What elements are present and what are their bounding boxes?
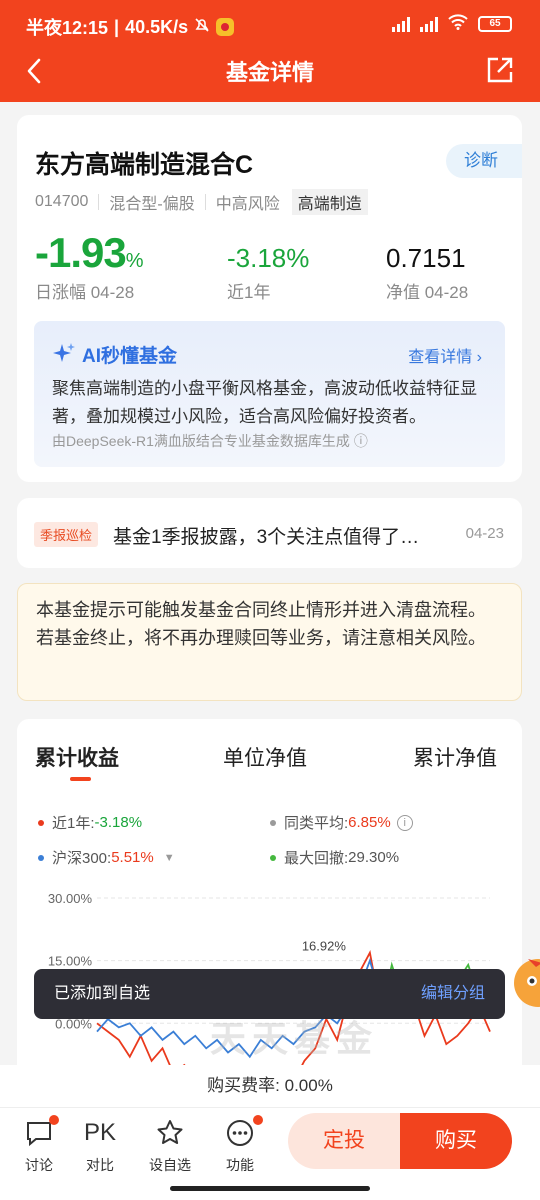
edit-group-link[interactable]: 编辑分组 (421, 969, 485, 1019)
toast-message: 已添加到自选 (54, 985, 151, 1002)
peak-label: 16.92% (302, 939, 347, 954)
legend-value: 29.30% (348, 849, 400, 866)
star-icon (145, 1117, 195, 1149)
compare-label: 对比 (86, 1157, 114, 1173)
watch-label: 设自选 (149, 1157, 191, 1173)
active-tab-indicator (70, 777, 91, 781)
tab-unit-nav[interactable]: 单位净值 (223, 742, 307, 772)
news-headline[interactable]: 基金1季报披露，3个关注点值得了… (113, 522, 419, 549)
info-icon[interactable]: i (396, 814, 413, 831)
legend-fund: 近1年: -3.18% (38, 812, 142, 833)
y-tick-label: 15.00% (48, 954, 93, 969)
sparkle-icon (52, 342, 76, 371)
weibo-icon (216, 18, 235, 36)
more-icon (215, 1115, 265, 1149)
legend-label: 近1年: (52, 815, 95, 832)
divider (204, 194, 206, 210)
legend-drawdown: 最大回撤: 29.30% (270, 847, 399, 868)
legend-peer: 同类平均: 6.85% i (270, 812, 413, 833)
day-change-label: 日涨幅 04-28 (35, 283, 135, 302)
wifi-icon (448, 14, 468, 33)
year-change-label: 近1年 (227, 283, 271, 302)
sip-button[interactable]: 定投 (288, 1113, 400, 1169)
ai-view-details-link[interactable]: 查看详情 › (408, 343, 482, 367)
ai-source-note: 由DeepSeek-R1满血版结合专业基金数据库生成 ⓘ (52, 433, 368, 449)
mute-icon (194, 17, 210, 38)
y-tick-label: 30.00% (48, 891, 93, 906)
buy-button[interactable]: 购买 (400, 1113, 512, 1169)
purchase-fee: 购买费率: 0.00% (0, 1065, 540, 1107)
ai-title: AI秒懂基金 (82, 346, 178, 367)
tab-cumulative-return[interactable]: 累计收益 (35, 742, 119, 772)
legend-label: 最大回撤: (284, 850, 349, 867)
pk-icon: PK (83, 1119, 116, 1146)
nav-label: 净值 04-28 (386, 283, 469, 302)
header-bar: 半夜12:15 | 40.5K/s 65 基金详情 (0, 0, 540, 102)
status-left: 半夜12:15 | 40.5K/s (26, 14, 235, 40)
legend-dot (270, 819, 276, 826)
signal-icon (392, 16, 410, 32)
toast-added-watchlist: 已添加到自选 编辑分组 (34, 969, 505, 1019)
discuss-button[interactable]: 讨论 (14, 1115, 64, 1175)
chat-icon (14, 1115, 64, 1149)
day-change-value: -1.93% (35, 229, 144, 277)
home-indicator[interactable] (170, 1186, 370, 1191)
year-change-value: -3.18% (227, 243, 310, 273)
day-change-number: -1.93 (35, 229, 127, 276)
signal-icon-2 (420, 16, 438, 32)
discuss-label: 讨论 (25, 1157, 53, 1173)
status-sep: | (114, 16, 120, 37)
compare-button[interactable]: PK 对比 (75, 1117, 125, 1175)
notification-badge (49, 1115, 59, 1125)
day-change-unit: % (125, 250, 144, 272)
legend-value: 5.51% (111, 849, 154, 866)
legend-value: 6.85% (348, 814, 391, 831)
page-title: 基金详情 (225, 60, 314, 85)
battery-icon: 65 (478, 15, 512, 32)
fund-code: 014700 (35, 193, 89, 210)
status-time: 半夜12:15 (26, 18, 109, 38)
dropdown-arrow-icon[interactable]: ▼ (164, 852, 175, 864)
nav-value: 0.7151 (386, 243, 466, 273)
legend-dot (38, 819, 44, 826)
notification-badge (253, 1115, 263, 1125)
function-label: 功能 (226, 1157, 254, 1173)
divider (98, 194, 100, 210)
mascot-icon[interactable] (508, 955, 540, 1016)
legend-dot (270, 854, 276, 861)
legend-hs300[interactable]: 沪深300: 5.51% ▼ (38, 847, 175, 868)
fund-theme-tag[interactable]: 高端制造 (291, 189, 368, 215)
news-date: 04-23 (465, 525, 504, 542)
function-button[interactable]: 功能 (215, 1115, 265, 1175)
news-tag: 季报巡检 (34, 522, 99, 547)
legend-dot (38, 854, 44, 861)
diagnose-button[interactable]: 诊断 (446, 144, 522, 178)
fund-tags: 014700 混合型-偏股 中高风险 高端制造 (35, 189, 368, 215)
fund-type: 混合型-偏股 (109, 196, 195, 213)
add-watchlist-button[interactable]: 设自选 (145, 1117, 195, 1175)
tab-cumulative-nav[interactable]: 累计净值 (413, 742, 497, 772)
legend-label: 同类平均: (284, 815, 349, 832)
share-button[interactable] (486, 56, 514, 89)
status-speed: 40.5K/s (125, 16, 189, 37)
fund-name: 东方高端制造混合C (35, 151, 254, 179)
legend-label: 沪深300: (52, 850, 112, 867)
status-right: 65 (392, 14, 512, 33)
fund-risk: 中高风险 (215, 196, 280, 213)
liquidation-notice: 本基金提示可能触发基金合同终止情形并进入清盘流程。若基金终止，将不再办理赎回等业… (17, 583, 522, 701)
ai-summary-text: 聚焦高端制造的小盘平衡风格基金，高波动低收益特征显著，叠加规模过小风险，适合高风… (52, 379, 477, 426)
legend-value: -3.18% (94, 814, 143, 831)
